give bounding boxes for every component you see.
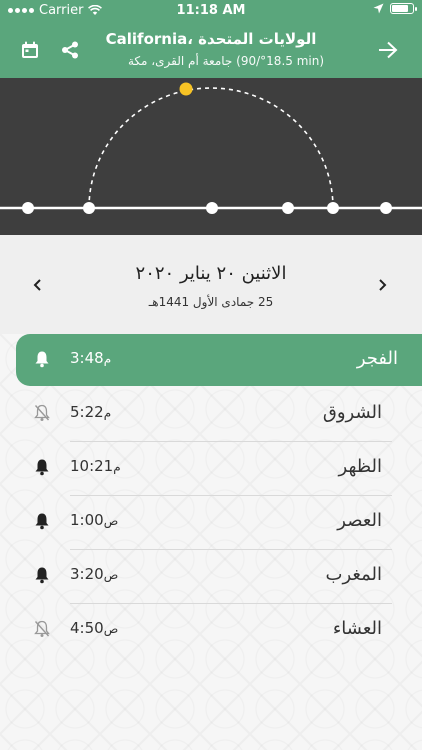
timeline-dot [380,202,392,214]
timeline-dot [83,202,95,214]
status-time: 11:18 AM [176,3,246,18]
location-title: California، الولايات المتحدة [105,30,317,48]
bell-icon[interactable] [34,566,50,584]
prayer-name: الظهر [338,456,382,477]
next-day-button[interactable] [372,275,392,295]
share-icon [62,41,78,59]
bell-off-icon[interactable] [34,620,50,638]
bell-icon[interactable] [34,512,50,530]
prayer-row-dhuhr[interactable]: 10:21م الظهر [0,442,422,496]
app-header: Carrier 11:18 AM California، الولايات ال… [0,0,422,78]
location-arrow-icon [373,3,384,14]
prayer-time: 1:00ص [70,511,119,529]
prayer-name: العشاء [332,618,382,639]
timeline-dot [327,202,339,214]
prayer-time: 5:22م [70,403,112,421]
calendar-button[interactable] [18,38,42,62]
timeline-dot [282,202,294,214]
bell-off-icon[interactable] [34,404,50,422]
timeline-dot [22,202,34,214]
prayer-row-isha[interactable]: 4:50ص العشاء [0,604,422,658]
sun-marker [179,82,193,96]
prayer-row-fajr[interactable]: 3:48م الفجر [16,334,422,386]
gregorian-date: الاثنين ٢٠ يناير ٢٠٢٠ [135,263,287,284]
status-bar: Carrier 11:18 AM [0,0,422,22]
prayer-row-asr[interactable]: 1:00ص العصر [0,496,422,550]
bell-icon[interactable] [34,458,50,476]
prayer-row-maghrib[interactable]: 3:20ص المغرب [0,550,422,604]
prayer-time: 3:48م [70,349,112,367]
sun-path-graphic [0,82,422,214]
prayer-name: المغرب [325,564,382,585]
arrow-right-icon [379,41,398,59]
sun-arc [88,87,334,209]
chevron-left-icon [33,279,41,291]
prayer-time: 10:21م [70,457,121,475]
bell-icon[interactable] [34,350,50,368]
forward-button[interactable] [376,38,400,62]
calendar-icon [22,41,38,58]
share-button[interactable] [58,38,82,62]
hijri-date: 25 جمادى الأول 1441هـ [148,295,274,309]
prayer-name: العصر [337,510,382,531]
prayer-row-sunrise[interactable]: 5:22م الشروق [0,388,422,442]
prayer-name: الشروق [322,402,382,423]
calculation-method: جامعة أم القرى، مكة (18.5°/90 min) [127,54,325,68]
prayer-name: الفجر [356,348,398,369]
prayer-list: 3:48م الفجر 5:22م الشروق 10:21م الظهر 1:… [0,334,422,750]
chevron-right-icon [379,279,387,291]
battery-icon [390,3,417,14]
previous-day-button[interactable] [28,275,48,295]
timeline-dot [206,202,218,214]
sun-path-panel [0,78,422,235]
date-bar: الاثنين ٢٠ يناير ٢٠٢٠ 25 جمادى الأول 144… [0,235,422,334]
status-right [373,3,417,14]
prayer-time: 4:50ص [70,619,119,637]
prayer-time: 3:20ص [70,565,119,583]
